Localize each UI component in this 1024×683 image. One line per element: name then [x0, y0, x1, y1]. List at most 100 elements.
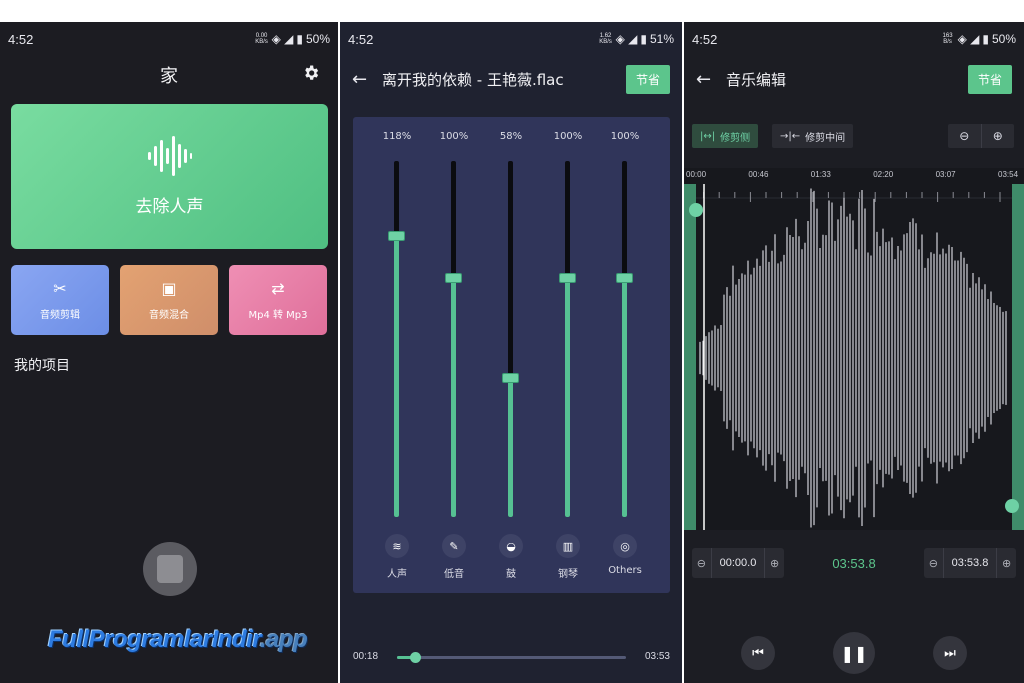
trim-sides-button[interactable]: |↔| 修剪侧 [692, 124, 759, 148]
left-trim-region [684, 184, 696, 530]
progress-slider[interactable] [397, 652, 626, 663]
mixer-panel: 118% ≋ 人声 100% ✎ 低音 58% ◒ 鼓 100% ▥ 钢琴 100% ◎ Others [353, 117, 670, 593]
mp4-to-mp3-tile[interactable]: ⇄ Mp4 转 Mp3 [229, 265, 327, 335]
channel-slider[interactable] [616, 161, 633, 517]
channel-name: 人声 [387, 569, 407, 580]
back-arrow-icon[interactable]: ← [352, 69, 382, 90]
save-button[interactable]: 节省 [625, 64, 670, 94]
channel-level-fill [622, 278, 627, 517]
pause-button[interactable]: ❚❚ [833, 632, 875, 674]
zoom-controls: ⊖ ⊕ [948, 124, 1014, 148]
back-arrow-icon[interactable]: ← [696, 69, 726, 90]
battery-level: 50% [991, 32, 1016, 46]
piano-icon: ▥ [556, 534, 580, 558]
zoom-out-icon[interactable]: ⊖ [948, 124, 981, 148]
channel-percent: 58% [499, 131, 523, 142]
channel-name: 钢琴 [558, 569, 578, 580]
timeline-label: 03:54 [998, 170, 1019, 179]
start-minus-icon[interactable]: ⊖ [692, 557, 711, 570]
voice-wave-icon [147, 136, 192, 176]
selection-duration: 03:53.8 [832, 556, 876, 571]
timeline-label: 00:00 [686, 170, 707, 179]
channel-percent: 100% [553, 131, 583, 142]
remove-vocals-label: 去除人声 [135, 197, 204, 217]
settings-icon[interactable] [302, 64, 320, 82]
skip-forward-button[interactable]: ⏭ [933, 636, 967, 670]
mix-icon: ▣ [161, 279, 177, 298]
channel-slider[interactable] [445, 161, 462, 517]
channel-2: 58% ◒ 鼓 [486, 117, 536, 593]
skip-forward-icon: ⏭ [944, 645, 956, 661]
battery-icon: ▮ [982, 32, 989, 46]
save-button[interactable]: 节省 [967, 64, 1012, 94]
left-trim-handle [689, 203, 703, 217]
status-bar: 4:52 0.00 KB/s ◈ ◢ ▮ 50% [0, 22, 338, 56]
tool-tiles: ✂ 音频剪辑 ▣ 音频混合 ⇄ Mp4 转 Mp3 [11, 265, 328, 335]
trim-middle-button[interactable]: →|← 修剪中间 [772, 124, 854, 148]
channel-name: 鼓 [506, 569, 516, 580]
network-speed: 0.00 KB/s [255, 33, 268, 45]
channel-level-fill [394, 235, 399, 517]
audio-mix-tile[interactable]: ▣ 音频混合 [120, 265, 218, 335]
channel-slider-handle[interactable] [388, 230, 405, 241]
battery-icon: ▮ [640, 32, 647, 46]
remove-vocals-card[interactable]: 去除人声 [11, 104, 328, 249]
channel-0: 118% ≋ 人声 [372, 117, 422, 593]
signal-icon: ◈ ◢ [615, 32, 638, 46]
home-screen: 4:52 0.00 KB/s ◈ ◢ ▮ 50% 家 去除人声 ✂ 音频剪辑 ▣… [0, 22, 338, 683]
channel-slider[interactable] [502, 161, 519, 517]
channel-slider[interactable] [388, 161, 405, 517]
channel-level-fill [565, 278, 570, 517]
channel-slider-handle[interactable] [502, 373, 519, 384]
end-time-value[interactable]: 03:53.8 [942, 548, 998, 578]
start-plus-icon[interactable]: ⊕ [765, 557, 784, 570]
channel-level-fill [451, 278, 456, 517]
mp4-to-mp3-label: Mp4 转 Mp3 [248, 310, 308, 321]
end-minus-icon[interactable]: ⊖ [924, 557, 943, 570]
drum-icon: ◒ [499, 534, 523, 558]
right-trim-region [1012, 184, 1024, 530]
battery-icon: ▮ [296, 32, 303, 46]
page-title: 家 [160, 66, 178, 87]
timeline-label: 03:07 [935, 170, 956, 179]
editor-screen: 4:52 163 B/s ◈ ◢ ▮ 50% ← 音乐编辑 节省 |↔| 修剪侧… [684, 22, 1024, 683]
playback-progress: 00:18 03:53 [353, 649, 670, 665]
status-time: 4:52 [348, 31, 374, 47]
channel-percent: 118% [382, 131, 412, 142]
broom-icon: ✎ [442, 534, 466, 558]
progress-handle[interactable] [410, 652, 422, 663]
target-icon: ◎ [613, 534, 637, 558]
status-bar: 4:52 163 B/s ◈ ◢ ▮ 50% [684, 22, 1024, 56]
watermark-logo: FullProgramlarIndir.app [48, 626, 308, 653]
add-project-button[interactable] [143, 542, 197, 596]
start-time-value[interactable]: 00:00.0 [710, 548, 766, 578]
convert-icon: ⇄ [271, 279, 285, 298]
track-title: 离开我的依赖 - 王艳薇.flac [382, 70, 564, 89]
network-speed: 1.62 KB/s [599, 33, 612, 45]
timeline-label: 02:20 [873, 170, 894, 179]
zoom-in-icon[interactable]: ⊕ [980, 124, 1015, 148]
channel-name: Others [608, 565, 642, 576]
channel-slider[interactable] [559, 161, 576, 517]
channel-percent: 100% [439, 131, 469, 142]
status-time: 4:52 [8, 31, 34, 47]
channel-slider-handle[interactable] [559, 273, 576, 284]
empty-box-icon [157, 555, 183, 583]
editor-title: 音乐编辑 [726, 70, 787, 89]
waveform-icon: ≋ [385, 534, 409, 558]
app-bar: ← 音乐编辑 节省 [684, 56, 1024, 102]
skip-back-button[interactable]: ⏮ [741, 636, 775, 670]
channel-percent: 100% [610, 131, 640, 142]
timeline-ruler: 00:00 00:46 01:33 02:20 03:07 03:54 [684, 168, 1024, 184]
waveform-view[interactable] [684, 168, 1024, 530]
channel-slider-handle[interactable] [616, 273, 633, 284]
audio-cut-tile[interactable]: ✂ 音频剪辑 [11, 265, 109, 335]
timeline-label: 01:33 [810, 170, 831, 179]
trim-sides-label: 修剪侧 [720, 132, 751, 144]
network-speed: 163 B/s [942, 33, 953, 45]
end-time-box: ⊖ 03:53.8 ⊕ [924, 548, 1016, 578]
audio-cut-label: 音频剪辑 [40, 310, 80, 321]
channel-slider-handle[interactable] [445, 273, 462, 284]
end-plus-icon[interactable]: ⊕ [997, 557, 1016, 570]
app-screenshots: 4:52 0.00 KB/s ◈ ◢ ▮ 50% 家 去除人声 ✂ 音频剪辑 ▣… [0, 22, 1024, 683]
